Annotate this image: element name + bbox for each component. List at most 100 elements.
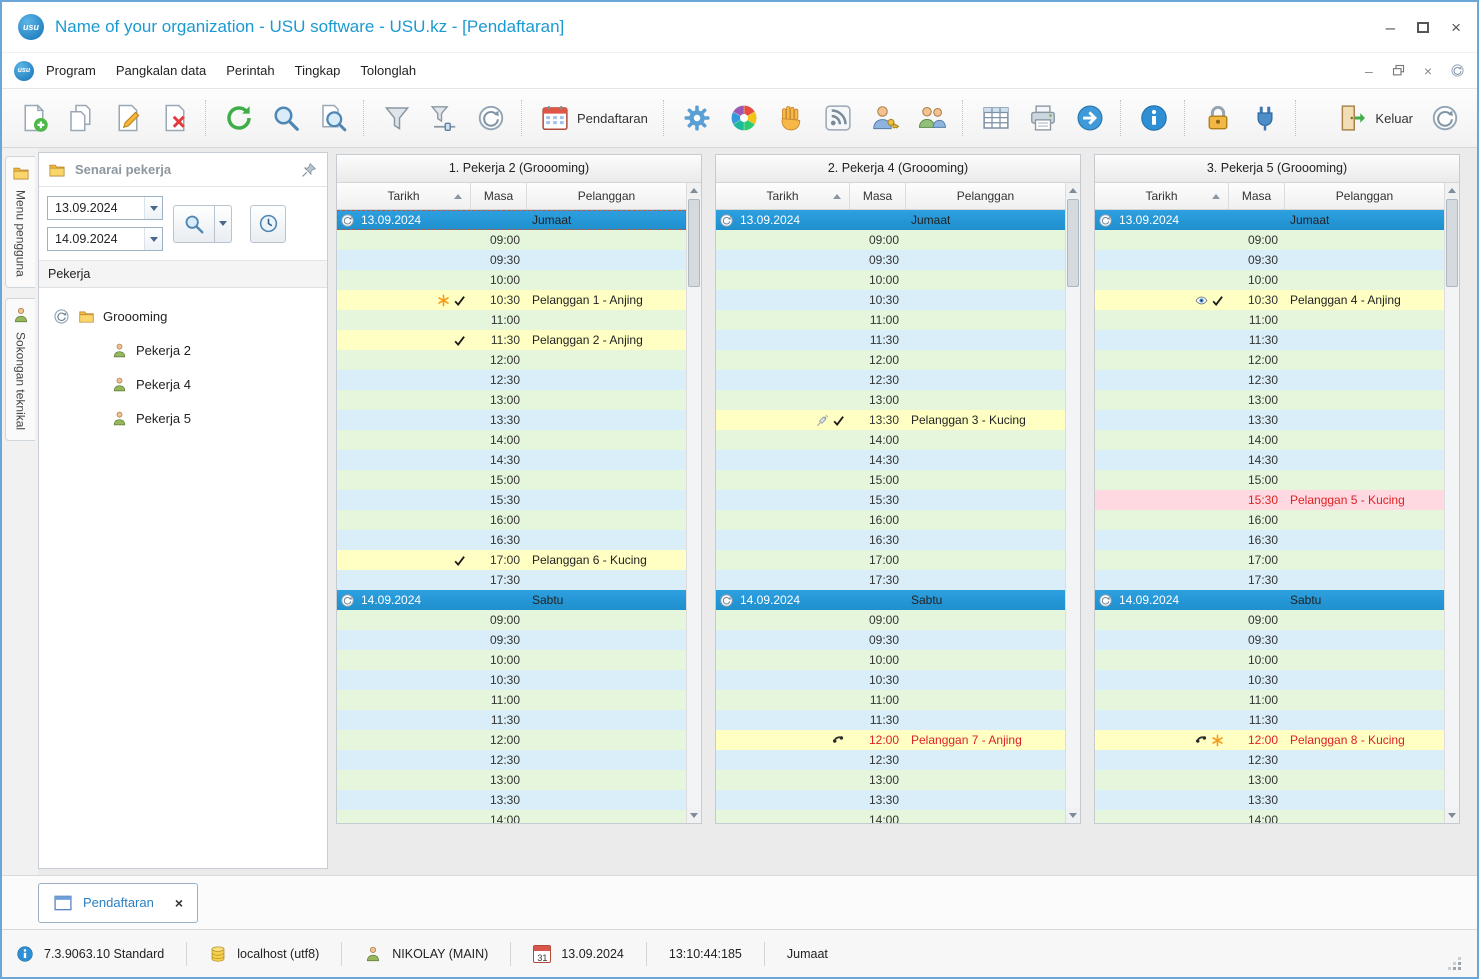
appointment-row[interactable]: 17:00 Pelanggan 6 - Kucing bbox=[337, 550, 686, 570]
time-slot-row[interactable]: 14:30 bbox=[1095, 450, 1444, 470]
time-slot-row[interactable]: 12:30 bbox=[1095, 750, 1444, 770]
time-slot-row[interactable]: 12:30 bbox=[1095, 370, 1444, 390]
time-slot-row[interactable]: 17:00 bbox=[1095, 550, 1444, 570]
time-slot-row[interactable]: 11:30 bbox=[716, 330, 1065, 350]
tree-worker-pekerja-4[interactable]: Pekerja 4 bbox=[45, 368, 321, 400]
time-slot-row[interactable]: 11:00 bbox=[1095, 310, 1444, 330]
time-slot-row[interactable]: 11:00 bbox=[337, 310, 686, 330]
edit-record-button[interactable] bbox=[106, 95, 150, 141]
time-slot-row[interactable]: 14:00 bbox=[337, 810, 686, 823]
sidebar-tab-sokongan-teknikal[interactable]: Sokongan teknikal bbox=[5, 297, 35, 441]
tree-worker-pekerja-2[interactable]: Pekerja 2 bbox=[45, 334, 321, 366]
time-slot-row[interactable]: 09:30 bbox=[716, 630, 1065, 650]
ribbon-minimize-button[interactable]: – bbox=[1365, 63, 1373, 79]
column-header-masa[interactable]: Masa bbox=[850, 183, 906, 209]
time-slot-row[interactable]: 12:00 bbox=[337, 350, 686, 370]
column-header-pelanggan[interactable]: Pelanggan bbox=[1285, 183, 1444, 209]
date-from-input[interactable]: 13.09.2024 bbox=[47, 196, 163, 220]
ribbon-close-button[interactable]: × bbox=[1424, 63, 1432, 79]
vertical-scrollbar[interactable] bbox=[686, 183, 701, 823]
appearance-button[interactable] bbox=[722, 95, 766, 141]
time-slot-row[interactable]: 15:30 bbox=[337, 490, 686, 510]
collapse-ribbon-button[interactable] bbox=[1450, 63, 1465, 78]
time-slot-row[interactable]: 11:00 bbox=[716, 310, 1065, 330]
time-slot-row[interactable]: 13:30 bbox=[337, 790, 686, 810]
scroll-down-button[interactable] bbox=[687, 808, 701, 823]
time-slot-row[interactable]: 10:00 bbox=[716, 270, 1065, 290]
tree-group-groooming[interactable]: Groooming bbox=[45, 300, 321, 332]
appointment-row[interactable]: 10:30 Pelanggan 4 - Anjing bbox=[1095, 290, 1444, 310]
time-slot-row[interactable]: 13:30 bbox=[337, 410, 686, 430]
appointment-row[interactable]: 12:00 Pelanggan 8 - Kucing bbox=[1095, 730, 1444, 750]
time-slot-row[interactable]: 09:00 bbox=[1095, 610, 1444, 630]
search-options-dropdown-button[interactable] bbox=[215, 204, 232, 243]
time-slot-row[interactable]: 09:00 bbox=[716, 230, 1065, 250]
date-header-row[interactable]: 13.09.2024 Jumaat bbox=[716, 210, 1065, 230]
info-icon[interactable] bbox=[16, 945, 34, 963]
column-header-masa[interactable]: Masa bbox=[471, 183, 527, 209]
time-slot-row[interactable]: 10:00 bbox=[716, 650, 1065, 670]
appointment-row[interactable]: 11:30 Pelanggan 2 - Anjing bbox=[337, 330, 686, 350]
time-slot-row[interactable]: 09:00 bbox=[1095, 230, 1444, 250]
date-header-row[interactable]: 14.09.2024 Sabtu bbox=[716, 590, 1065, 610]
registration-button[interactable]: Pendaftaran bbox=[533, 95, 655, 141]
date-to-input[interactable]: 14.09.2024 bbox=[47, 227, 163, 251]
time-slot-row[interactable]: 13:00 bbox=[1095, 390, 1444, 410]
window-maximize-button[interactable] bbox=[1417, 19, 1430, 36]
time-slot-row[interactable]: 14:00 bbox=[337, 430, 686, 450]
time-slot-row[interactable]: 16:00 bbox=[1095, 510, 1444, 530]
time-slot-row[interactable]: 11:30 bbox=[716, 710, 1065, 730]
time-slot-row[interactable]: 15:00 bbox=[716, 470, 1065, 490]
print-button[interactable] bbox=[1021, 95, 1065, 141]
employees-button[interactable] bbox=[910, 95, 954, 141]
scroll-thumb[interactable] bbox=[1067, 199, 1079, 287]
time-slot-row[interactable]: 09:00 bbox=[337, 610, 686, 630]
time-slot-row[interactable]: 09:30 bbox=[1095, 250, 1444, 270]
table-view-button[interactable] bbox=[974, 95, 1018, 141]
time-slot-row[interactable]: 16:30 bbox=[716, 530, 1065, 550]
time-slot-row[interactable]: 11:00 bbox=[1095, 690, 1444, 710]
time-slot-row[interactable]: 11:00 bbox=[337, 690, 686, 710]
date-header-row[interactable]: 13.09.2024 Jumaat bbox=[337, 210, 686, 230]
time-slot-row[interactable]: 17:30 bbox=[716, 570, 1065, 590]
time-slot-row[interactable]: 15:00 bbox=[1095, 470, 1444, 490]
settings-button[interactable] bbox=[675, 95, 719, 141]
scroll-thumb[interactable] bbox=[1446, 199, 1458, 287]
time-slot-row[interactable]: 11:00 bbox=[716, 690, 1065, 710]
time-slot-row[interactable]: 15:30 bbox=[716, 490, 1065, 510]
column-header-tarikh[interactable]: Tarikh bbox=[1095, 183, 1229, 209]
appointment-row[interactable]: 15:30 Pelanggan 5 - Kucing bbox=[1095, 490, 1444, 510]
time-slot-row[interactable]: 13:00 bbox=[337, 770, 686, 790]
time-slot-row[interactable]: 12:00 bbox=[716, 350, 1065, 370]
time-slot-row[interactable]: 14:00 bbox=[716, 810, 1065, 823]
scroll-thumb[interactable] bbox=[688, 199, 700, 287]
column-header-pelanggan[interactable]: Pelanggan bbox=[906, 183, 1065, 209]
time-slot-row[interactable]: 10:30 bbox=[1095, 670, 1444, 690]
time-slot-row[interactable]: 16:00 bbox=[716, 510, 1065, 530]
collapse-left-button[interactable] bbox=[469, 95, 513, 141]
date-from-dropdown-button[interactable] bbox=[144, 197, 162, 219]
time-slot-row[interactable]: 10:00 bbox=[337, 270, 686, 290]
time-slot-row[interactable]: 09:00 bbox=[716, 610, 1065, 630]
date-to-dropdown-button[interactable] bbox=[144, 228, 162, 250]
time-slot-row[interactable]: 09:30 bbox=[1095, 630, 1444, 650]
search-schedule-button[interactable] bbox=[173, 204, 215, 243]
time-slot-row[interactable]: 09:30 bbox=[337, 250, 686, 270]
menu-item-program[interactable]: Program bbox=[36, 58, 106, 83]
appointment-row[interactable]: 13:30 Pelanggan 3 - Kucing bbox=[716, 410, 1065, 430]
time-slot-row[interactable]: 10:30 bbox=[337, 670, 686, 690]
time-slot-row[interactable]: 13:00 bbox=[337, 390, 686, 410]
delete-record-button[interactable] bbox=[153, 95, 197, 141]
time-slot-row[interactable]: 12:30 bbox=[716, 370, 1065, 390]
time-slot-row[interactable]: 12:00 bbox=[337, 730, 686, 750]
news-feed-button[interactable] bbox=[816, 95, 860, 141]
time-slot-row[interactable]: 10:00 bbox=[1095, 270, 1444, 290]
vertical-scrollbar[interactable] bbox=[1065, 183, 1080, 823]
scroll-up-button[interactable] bbox=[687, 183, 701, 198]
time-slot-row[interactable]: 14:30 bbox=[716, 450, 1065, 470]
column-header-tarikh[interactable]: Tarikh bbox=[716, 183, 850, 209]
column-header-tarikh[interactable]: Tarikh bbox=[337, 183, 471, 209]
time-slot-row[interactable]: 15:00 bbox=[337, 470, 686, 490]
collapse-right-button[interactable] bbox=[1423, 95, 1467, 141]
exit-button[interactable]: Keluar bbox=[1331, 95, 1420, 141]
